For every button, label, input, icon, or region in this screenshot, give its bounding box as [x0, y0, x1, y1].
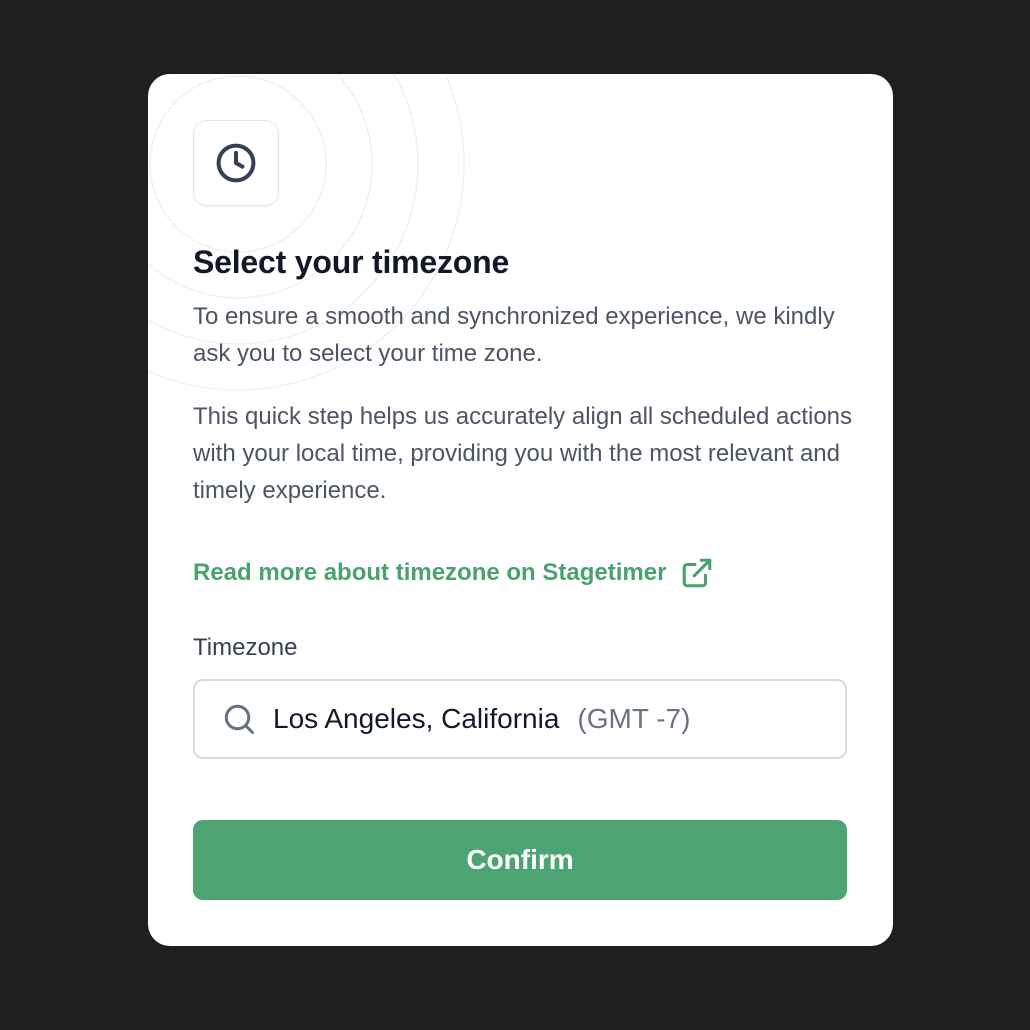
clock-icon: [216, 143, 256, 183]
timezone-offset: (GMT -7): [577, 703, 691, 734]
timezone-dialog: Select your timezone To ensure a smooth …: [148, 74, 893, 946]
confirm-button[interactable]: Confirm: [193, 820, 847, 900]
search-icon: [224, 704, 254, 734]
read-more-link[interactable]: Read more about timezone on Stagetimer: [193, 556, 714, 590]
external-link-icon: [683, 558, 712, 588]
intro-paragraph: To ensure a smooth and synchronized expe…: [193, 303, 835, 367]
timezone-search-input[interactable]: Los Angeles, California (GMT -7): [193, 679, 847, 759]
read-more-link-label: Read more about timezone on Stagetimer: [193, 559, 667, 586]
dialog-title: Select your timezone: [193, 244, 510, 280]
timezone-label: Timezone: [193, 634, 298, 661]
clock-icon-container: [193, 120, 279, 206]
explanation-paragraph: This quick step helps us accurately alig…: [193, 403, 853, 504]
timezone-value: Los Angeles, California: [273, 703, 560, 734]
